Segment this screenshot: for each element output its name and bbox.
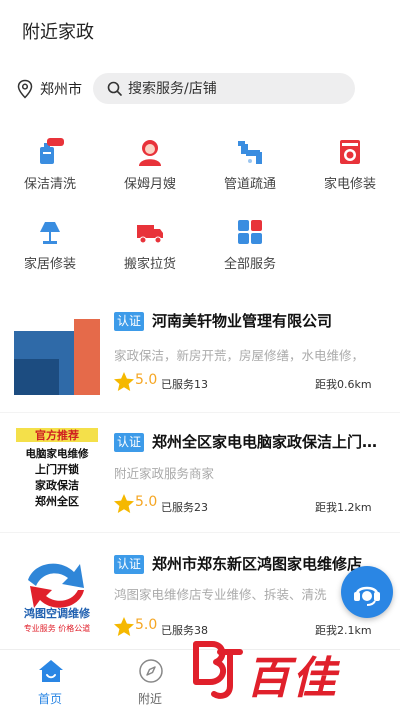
tab-nearby[interactable]: 附近 <box>100 650 200 711</box>
shop-description: 家政保洁，新房开荒，房屋修缮，水电维修， <box>114 348 365 363</box>
lamp-icon <box>40 222 60 244</box>
shop-rating: 5.0 <box>135 494 158 510</box>
service-label: 保洁清洗 <box>23 177 76 192</box>
certified-badge: 认证 <box>114 555 145 574</box>
location-search-bar: 郑州市 <box>0 70 400 108</box>
service-all[interactable]: 全部服务 <box>200 208 300 274</box>
service-appliance[interactable]: 家电修装 <box>300 128 400 194</box>
service-label: 全部服务 <box>223 257 276 272</box>
shop-name: 郑州市郑东新区鸿图家电维修店 <box>152 555 363 573</box>
star-icon <box>114 372 134 391</box>
shop-thumbnail: 鸿图空调维修 专业服务 价格公道 <box>14 550 100 636</box>
thumb-line: 电脑家电维修 <box>26 447 89 460</box>
shop-distance: 距我0.6km <box>315 378 372 391</box>
thumb-line: 郑州全区 <box>35 494 79 508</box>
cleaning-icon <box>40 138 64 164</box>
search-box[interactable] <box>93 73 355 104</box>
shop-photo: 官方推荐 电脑家电维修 上门开锁 家政保洁 郑州全区 <box>14 426 100 512</box>
location-pin-icon <box>17 79 33 99</box>
service-cleaning[interactable]: 保洁清洗 <box>0 128 100 194</box>
divider <box>0 412 400 413</box>
page-title: 附近家政 <box>22 22 94 43</box>
tab-label: 附近 <box>137 692 162 706</box>
service-home-repair[interactable]: 家居修装 <box>0 208 100 274</box>
thumb-line: 官方推荐 <box>35 428 79 442</box>
thumb-line: 专业服务 价格公道 <box>24 623 91 633</box>
compass-icon <box>139 659 163 683</box>
service-moving[interactable]: 搬家拉货 <box>100 208 200 274</box>
certified-badge: 认证 <box>114 433 145 452</box>
service-label: 搬家拉货 <box>123 257 176 272</box>
shop-rating: 5.0 <box>135 372 158 388</box>
search-icon <box>107 81 122 96</box>
shop-distance: 距我1.2km <box>315 501 372 514</box>
headset-icon <box>354 586 380 606</box>
service-pipe[interactable]: 管道疏通 <box>200 128 300 194</box>
shop-served-count: 已服务13 <box>161 378 208 391</box>
thumb-line: 家政保洁 <box>35 478 79 492</box>
appliance-icon <box>340 140 360 164</box>
service-nanny[interactable]: 保姆月嫂 <box>100 128 200 194</box>
watermark-text: 百佳 <box>246 653 338 704</box>
search-input[interactable] <box>128 80 328 97</box>
tab-home[interactable]: 首页 <box>0 650 100 711</box>
truck-icon <box>137 225 163 244</box>
list-item[interactable]: 官方推荐 电脑家电维修 上门开锁 家政保洁 郑州全区 认证 郑州全区家电电脑家政… <box>0 426 400 546</box>
shop-photo <box>14 309 100 395</box>
service-label: 保姆月嫂 <box>123 177 176 192</box>
star-icon <box>114 494 134 513</box>
shop-description: 附近家政服务商家 <box>114 466 215 481</box>
service-label: 家电修装 <box>323 177 376 192</box>
shop-thumbnail <box>14 309 100 395</box>
nanny-icon <box>139 140 161 166</box>
shop-name: 郑州全区家电电脑家政保洁上门开锁 <box>152 433 382 451</box>
list-item[interactable]: 认证 河南美轩物业管理有限公司 家政保洁，新房开荒，房屋修缮，水电维修， 5.0… <box>0 309 400 429</box>
watermark-logo: 百佳 <box>190 636 380 706</box>
divider <box>0 532 400 533</box>
thumb-line: 鸿图空调维修 <box>24 606 91 620</box>
certified-badge: 认证 <box>114 312 145 331</box>
bj-logo-icon <box>193 641 243 699</box>
thumb-line: 上门开锁 <box>35 462 79 476</box>
city-label: 郑州市 <box>40 82 82 98</box>
shop-served-count: 已服务23 <box>161 501 208 514</box>
shop-rating: 5.0 <box>135 617 158 633</box>
shop-name: 河南美轩物业管理有限公司 <box>152 312 333 330</box>
service-label: 家居修装 <box>23 257 76 272</box>
home-icon <box>39 660 63 682</box>
pipe-icon <box>238 141 262 164</box>
shop-thumbnail: 官方推荐 电脑家电维修 上门开锁 家政保洁 郑州全区 <box>14 426 100 512</box>
app-header: 附近家政 <box>0 0 400 62</box>
customer-service-button[interactable] <box>341 566 393 618</box>
city-selector[interactable]: 郑州市 <box>16 78 82 100</box>
service-label: 管道疏通 <box>223 177 276 192</box>
star-icon <box>114 617 134 636</box>
grid-icon <box>238 220 262 244</box>
tab-label: 首页 <box>37 692 62 706</box>
shop-photo: 鸿图空调维修 专业服务 价格公道 <box>14 550 100 636</box>
